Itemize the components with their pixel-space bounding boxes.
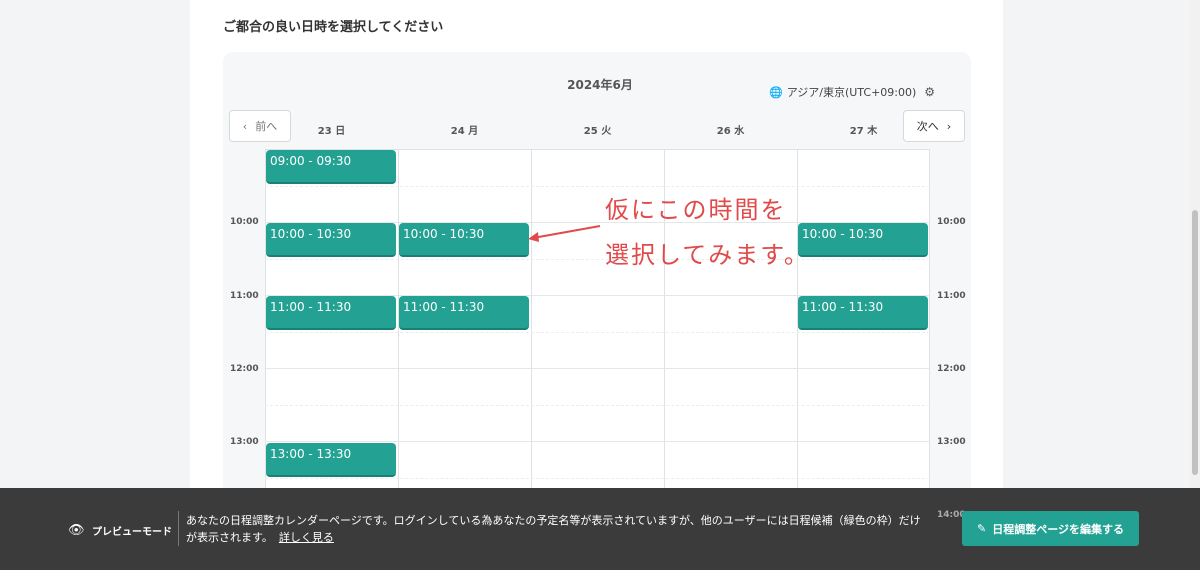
hour-line	[265, 441, 930, 442]
time-slot[interactable]: 09:00 - 09:30	[266, 150, 396, 184]
time-label: 12:00	[230, 364, 259, 374]
chevron-left-icon: ‹	[242, 119, 248, 133]
half-hour-line	[265, 259, 930, 260]
time-slot[interactable]: 11:00 - 11:30	[399, 296, 529, 330]
day-header: 26 水	[716, 126, 745, 137]
chevron-right-icon: ›	[946, 119, 952, 133]
hour-line	[265, 368, 930, 369]
time-slot[interactable]: 10:00 - 10:30	[798, 223, 928, 257]
half-hour-line	[265, 405, 930, 406]
edit-button-label: 日程調整ページを編集する	[992, 522, 1124, 536]
banner-divider	[178, 511, 179, 546]
gear-icon[interactable]: ⚙	[924, 85, 935, 99]
preview-mode-label: プレビューモード	[92, 527, 172, 538]
pencil-icon: ✎	[977, 522, 987, 535]
time-slot[interactable]: 11:00 - 11:30	[798, 296, 928, 330]
timezone-selector[interactable]: 🌐 アジア/東京(UTC+09:00) ⚙	[769, 84, 935, 100]
time-slot[interactable]: 10:00 - 10:30	[266, 223, 396, 257]
annotation-arrow	[528, 225, 601, 242]
banner-message: あなたの日程調整カレンダーページです。ログインしている為あなたの予定名等が表示さ…	[186, 512, 926, 546]
page-heading: ご都合の良い日時を選択してください	[223, 20, 444, 35]
time-slot[interactable]: 13:00 - 13:30	[266, 443, 396, 477]
eye-icon: 👁	[68, 523, 85, 538]
time-label: 11:00	[937, 291, 966, 301]
calendar-month: 2024年6月	[567, 78, 633, 92]
timezone-label: アジア/東京(UTC+09:00)	[786, 86, 917, 99]
half-hour-line	[265, 186, 930, 187]
scrollbar-thumb[interactable]	[1192, 210, 1198, 475]
time-label: 12:00	[937, 364, 966, 374]
half-hour-line	[265, 332, 930, 333]
time-label: 10:00	[230, 217, 259, 227]
learn-more-link[interactable]: 詳しく見る	[279, 531, 334, 544]
time-label: 13:00	[230, 437, 259, 447]
time-label: 10:00	[937, 217, 966, 227]
time-label: 13:00	[937, 437, 966, 447]
day-header: 25 火	[583, 126, 612, 137]
half-hour-line	[265, 478, 930, 479]
annotation-text: 仮にこの時間を	[605, 196, 787, 224]
scrollbar[interactable]	[1190, 0, 1200, 570]
annotation-text: 選択してみます。	[605, 241, 810, 269]
day-header: 24 月	[450, 126, 479, 137]
time-label: 11:00	[230, 291, 259, 301]
globe-icon: 🌐	[769, 85, 783, 99]
day-header: 23 日	[317, 126, 346, 137]
time-slot[interactable]: 11:00 - 11:30	[266, 296, 396, 330]
edit-schedule-page-button[interactable]: ✎ 日程調整ページを編集する	[962, 511, 1139, 546]
time-slot[interactable]: 10:00 - 10:30	[399, 223, 529, 257]
day-header: 27 木	[849, 126, 878, 137]
